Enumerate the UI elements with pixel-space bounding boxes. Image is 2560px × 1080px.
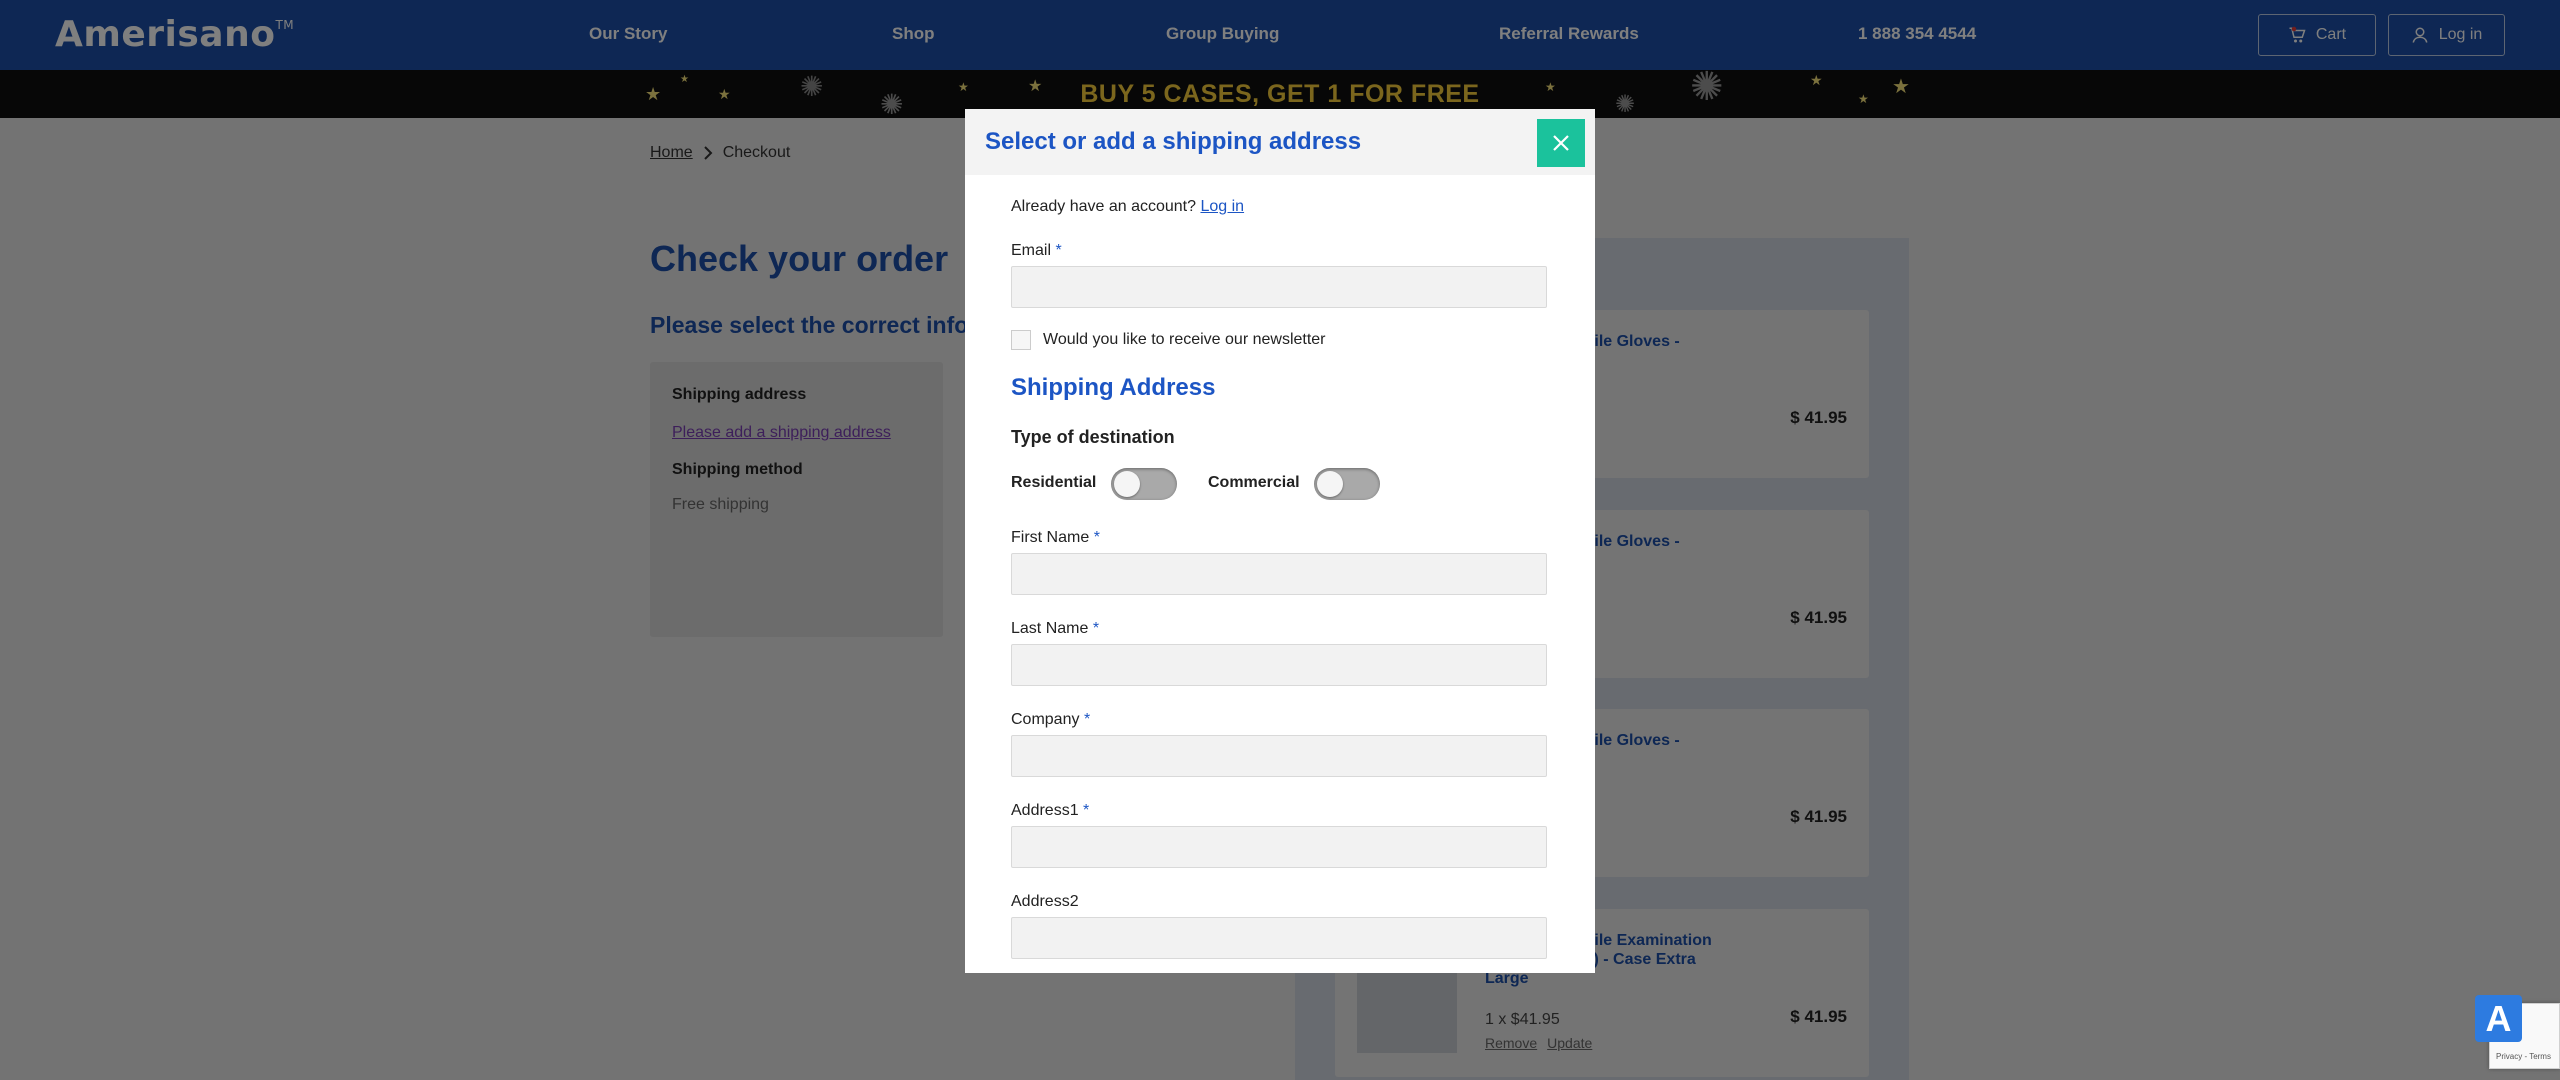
newsletter-checkbox[interactable] xyxy=(1011,330,1031,350)
commercial-toggle[interactable] xyxy=(1314,468,1380,500)
toggle-knob xyxy=(1317,471,1343,497)
address1-field[interactable] xyxy=(1011,826,1547,868)
address2-field[interactable] xyxy=(1011,917,1547,959)
newsletter-label: Would you like to receive our newsletter xyxy=(1043,331,1326,348)
close-icon xyxy=(1553,135,1569,151)
email-field[interactable] xyxy=(1011,266,1547,308)
residential-label: Residential xyxy=(1011,474,1097,491)
commercial-label: Commercial xyxy=(1208,474,1300,491)
company-label: Company * xyxy=(1011,711,1091,728)
address2-label: Address2 xyxy=(1011,893,1079,910)
destination-type-heading: Type of destination xyxy=(1011,427,1175,447)
recaptcha-terms[interactable]: Privacy - Terms xyxy=(2496,1052,2551,1061)
modal-title: Select or add a shipping address xyxy=(985,128,1362,155)
first-name-label: First Name * xyxy=(1011,529,1100,546)
last-name-label: Last Name * xyxy=(1011,620,1100,637)
modal-header: Select or add a shipping address xyxy=(965,109,1595,175)
last-name-field[interactable] xyxy=(1011,644,1547,686)
first-name-field[interactable] xyxy=(1011,553,1547,595)
accessibility-icon: A xyxy=(2485,997,2512,1039)
shipping-address-heading: Shipping Address xyxy=(1011,374,1216,401)
toggle-knob xyxy=(1114,471,1140,497)
residential-toggle[interactable] xyxy=(1111,468,1177,500)
account-prompt: Already have an account? Log in xyxy=(1011,198,1244,216)
company-field[interactable] xyxy=(1011,735,1547,777)
shipping-address-modal: Select or add a shipping address Already… xyxy=(965,109,1595,973)
email-label: Email * xyxy=(1011,242,1062,259)
account-prompt-text: Already have an account? xyxy=(1011,198,1197,215)
address1-label: Address1 * xyxy=(1011,802,1090,819)
close-button[interactable] xyxy=(1537,119,1585,167)
accessibility-button[interactable]: A xyxy=(2475,995,2522,1042)
modal-login-link[interactable]: Log in xyxy=(1200,198,1244,215)
